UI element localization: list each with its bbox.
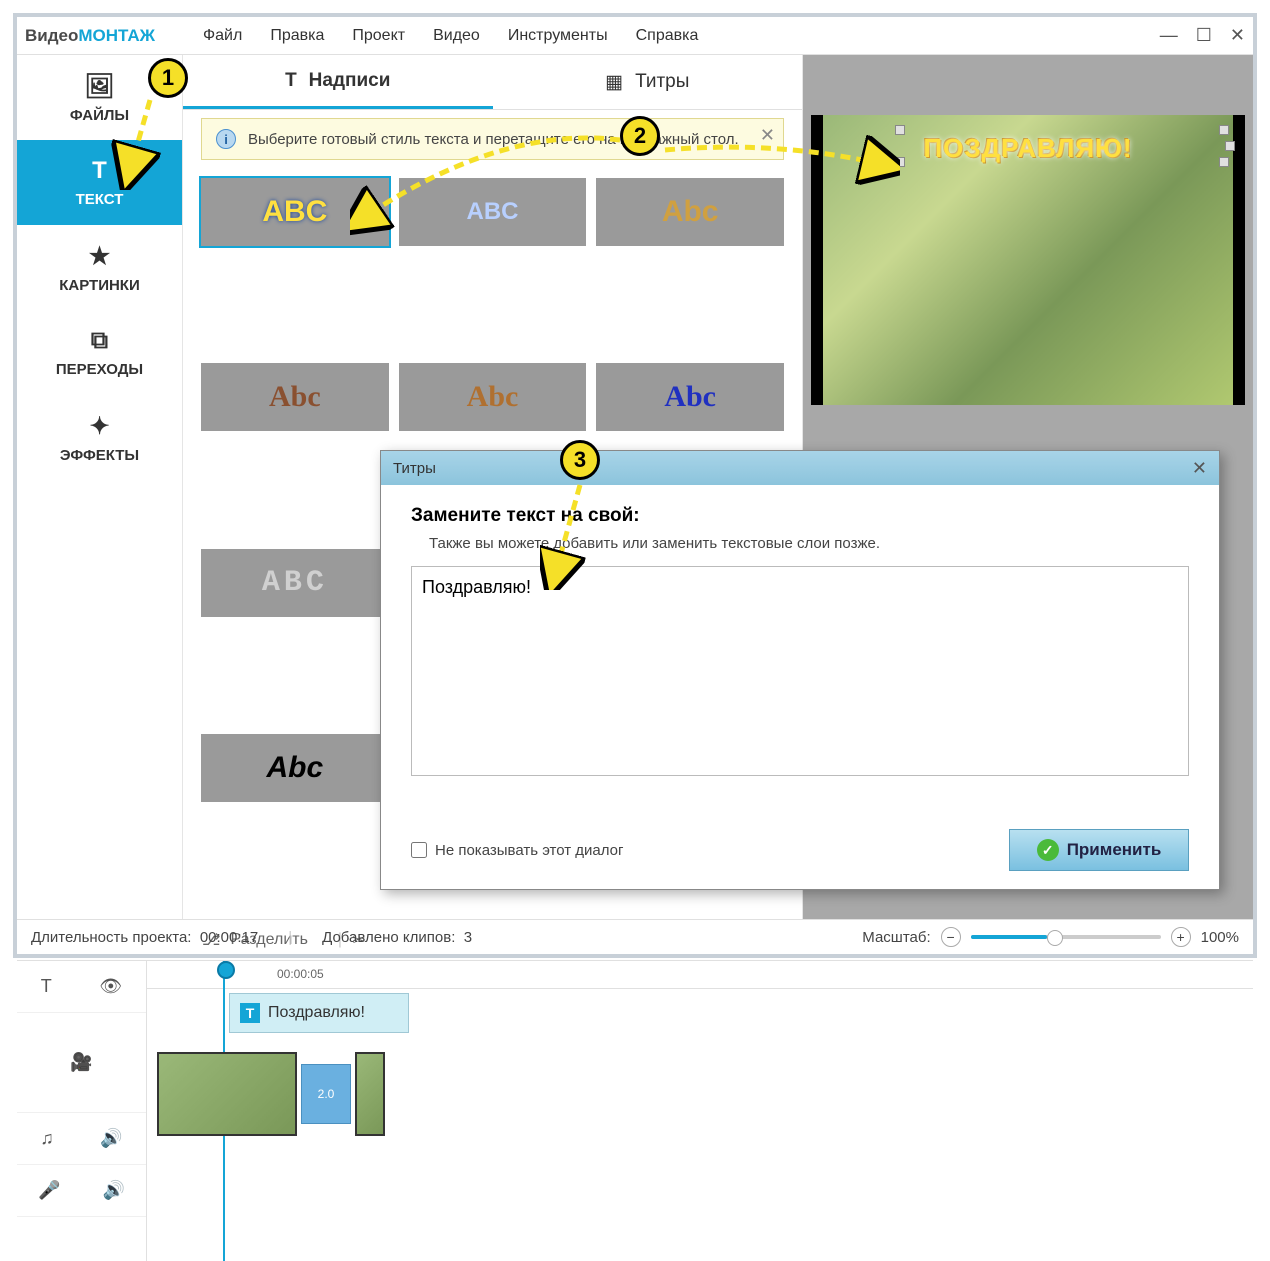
track-video[interactable]: 🎥 bbox=[17, 1013, 146, 1113]
tab-captions[interactable]: TНадписи bbox=[183, 55, 493, 109]
text-style-10[interactable]: Abc bbox=[201, 734, 389, 802]
dialog-title: Титры bbox=[393, 460, 436, 477]
text-style-5[interactable]: Abc bbox=[399, 363, 587, 431]
dialog-titlebar[interactable]: Титры ✕ bbox=[381, 451, 1219, 485]
text-clip-icon: T bbox=[240, 1003, 260, 1023]
zoom-in-button[interactable]: + bbox=[1171, 927, 1191, 947]
checkbox-label: Не показывать этот диалог bbox=[435, 842, 623, 859]
text-style-6[interactable]: Abc bbox=[596, 363, 784, 431]
status-bar: Длительность проекта: 00:00:17 | Добавле… bbox=[17, 919, 1253, 954]
sidebar-label: ЭФФЕКТЫ bbox=[60, 447, 139, 464]
transition-clip[interactable]: 2.0 bbox=[301, 1064, 351, 1124]
mic-icon: 🎤 bbox=[38, 1180, 60, 1201]
star-icon: ★ bbox=[89, 242, 111, 271]
wand-icon: ✦ bbox=[89, 412, 109, 441]
menu-edit[interactable]: Правка bbox=[270, 27, 324, 45]
annotation-badge-2: 2 bbox=[620, 116, 660, 156]
transitions-icon: ⧉ bbox=[91, 327, 108, 355]
tab-label: Титры bbox=[635, 71, 689, 93]
checkbox-input[interactable] bbox=[411, 842, 427, 858]
timestamp: 00:00:05 bbox=[277, 967, 324, 981]
menu-project[interactable]: Проект bbox=[352, 27, 405, 45]
annotation-badge-1: 1 bbox=[148, 58, 188, 98]
dialog-text-input[interactable] bbox=[411, 566, 1189, 776]
annotation-arrow bbox=[110, 90, 170, 190]
tab-titles[interactable]: ▦ Титры bbox=[493, 55, 803, 109]
text-track-icon: T bbox=[41, 976, 52, 997]
zoom-label: Масштаб: bbox=[862, 929, 930, 946]
close-icon[interactable]: ✕ bbox=[1230, 25, 1245, 46]
app-logo: ВидеоМОНТАЖ bbox=[25, 26, 155, 46]
film-icon: ▦ bbox=[605, 71, 623, 94]
sidebar-item-transitions[interactable]: ⧉ ПЕРЕХОДЫ bbox=[17, 310, 182, 395]
menu-video[interactable]: Видео bbox=[433, 27, 480, 45]
dialog-heading: Замените текст на свой: bbox=[411, 505, 1189, 527]
zoom-value: 100% bbox=[1201, 929, 1239, 946]
minimize-icon[interactable]: — bbox=[1160, 25, 1178, 46]
check-icon: ✓ bbox=[1037, 839, 1059, 861]
text-clip-label: Поздравляю! bbox=[268, 1004, 365, 1022]
track-text[interactable]: T👁 bbox=[17, 961, 146, 1013]
zoom-slider[interactable] bbox=[971, 935, 1161, 939]
track-mic[interactable]: 🎤🔊 bbox=[17, 1165, 146, 1217]
track-audio[interactable]: ♫🔊 bbox=[17, 1113, 146, 1165]
apply-label: Применить bbox=[1067, 840, 1162, 860]
info-icon: i bbox=[216, 129, 236, 149]
timeline-ruler[interactable]: 00:00:05 bbox=[147, 961, 1253, 989]
sidebar-label: КАРТИНКИ bbox=[59, 277, 140, 294]
apply-button[interactable]: ✓ Применить bbox=[1009, 829, 1189, 871]
timeline-video-track[interactable]: 2.0 bbox=[157, 1049, 385, 1139]
eye-icon[interactable]: 👁 bbox=[99, 976, 122, 997]
annotation-arrow bbox=[660, 130, 900, 190]
timeline-text-clip[interactable]: T Поздравляю! bbox=[229, 993, 409, 1033]
preview-text-overlay[interactable]: ПОЗДРАВЛЯЮ! bbox=[923, 133, 1132, 164]
text-style-4[interactable]: Abc bbox=[201, 363, 389, 431]
text-icon: T bbox=[92, 157, 107, 185]
titles-dialog: Титры ✕ Замените текст на свой: Также вы… bbox=[380, 450, 1220, 890]
timeline: T👁 🎥 ♫🔊 🎤🔊 00:00:05 T Поздравляю! 2.0 bbox=[17, 961, 1253, 1261]
tab-label: Надписи bbox=[309, 70, 391, 92]
resize-handle[interactable] bbox=[1219, 157, 1229, 167]
annotation-arrow bbox=[350, 120, 630, 240]
sidebar-label: ПЕРЕХОДЫ bbox=[56, 361, 143, 378]
video-clip-thumb[interactable] bbox=[355, 1052, 385, 1136]
duration-label: Длительность проекта: 00:00:17 bbox=[31, 929, 258, 946]
zoom-out-button[interactable]: − bbox=[941, 927, 961, 947]
music-icon: ♫ bbox=[40, 1128, 54, 1149]
resize-handle[interactable] bbox=[1219, 125, 1229, 135]
annotation-arrow bbox=[540, 480, 600, 590]
speaker-icon[interactable]: 🔊 bbox=[100, 1128, 122, 1149]
sidebar-item-pictures[interactable]: ★ КАРТИНКИ bbox=[17, 225, 182, 310]
resize-handle[interactable] bbox=[1225, 141, 1235, 151]
camera-icon: 🎥 bbox=[70, 1052, 92, 1073]
menu-tools[interactable]: Инструменты bbox=[508, 27, 608, 45]
sidebar-item-effects[interactable]: ✦ ЭФФЕКТЫ bbox=[17, 395, 182, 480]
clips-label: Добавлено клипов: 3 bbox=[322, 929, 472, 946]
sidebar-label: ТЕКСТ bbox=[76, 191, 124, 208]
menu-help[interactable]: Справка bbox=[636, 27, 699, 45]
maximize-icon[interactable]: ☐ bbox=[1196, 25, 1212, 46]
menu-file[interactable]: Файл bbox=[203, 27, 242, 45]
menubar: ВидеоМОНТАЖ Файл Правка Проект Видео Инс… bbox=[17, 17, 1253, 55]
annotation-badge-3: 3 bbox=[560, 440, 600, 480]
text-style-7[interactable]: ABC bbox=[201, 549, 389, 617]
video-clip-thumb[interactable] bbox=[157, 1052, 297, 1136]
speaker-icon[interactable]: 🔊 bbox=[103, 1180, 125, 1201]
dont-show-checkbox[interactable]: Не показывать этот диалог bbox=[411, 842, 623, 859]
dialog-close-icon[interactable]: ✕ bbox=[1192, 458, 1207, 479]
